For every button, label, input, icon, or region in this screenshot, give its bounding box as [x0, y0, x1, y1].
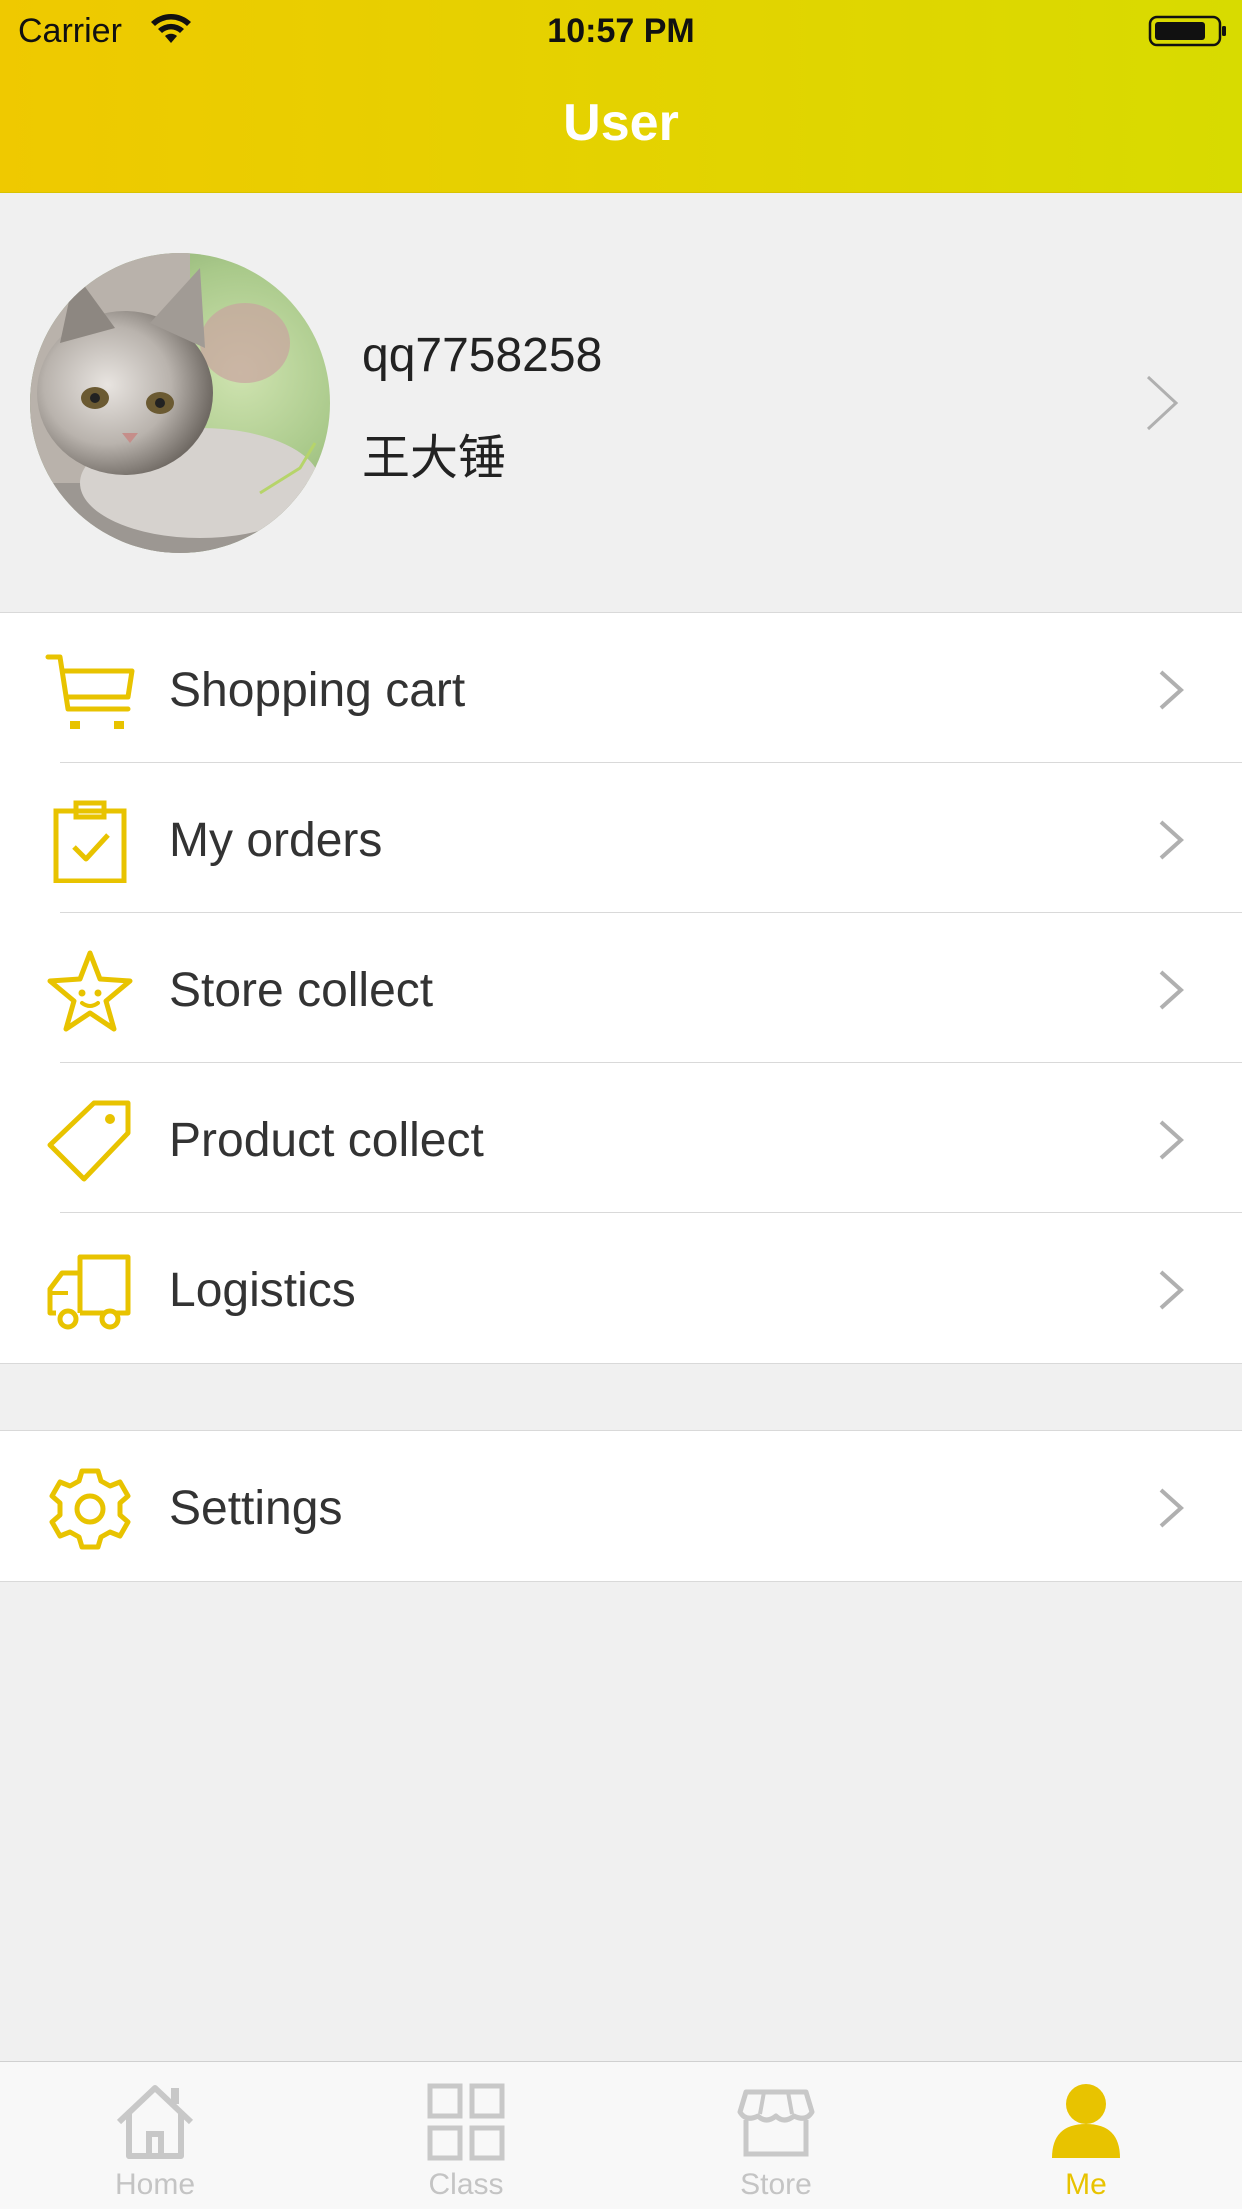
chevron-right-icon [1159, 820, 1184, 860]
tab-label: Store [740, 2168, 812, 2201]
home-icon [116, 2085, 194, 2159]
realname-label: 王大锤 [362, 432, 507, 485]
menu-item-label: Store collect [169, 964, 434, 1017]
chevron-right-icon [1146, 375, 1179, 431]
avatar[interactable] [30, 253, 330, 553]
menu-item-label: Logistics [169, 1264, 356, 1317]
menu-list: Shopping cart My orders Store collect Pr… [0, 612, 1242, 1364]
tab-bar: Home Class Store Me [0, 2061, 1242, 2209]
chevron-right-icon [1159, 1270, 1184, 1310]
menu-item-logistics[interactable]: Logistics [0, 1213, 1242, 1363]
chevron-right-icon [1159, 1488, 1184, 1528]
shopping-cart-icon [45, 654, 135, 729]
chevron-right-icon [1159, 670, 1184, 710]
profile-row[interactable]: qq7758258 王大锤 [0, 193, 1242, 612]
username-label: qq7758258 [362, 329, 603, 382]
menu-item-label: My orders [169, 814, 383, 867]
status-bar: Carrier 10:57 PM [0, 0, 1242, 60]
menu-item-shopping-cart[interactable]: Shopping cart [0, 613, 1242, 763]
tag-icon [47, 1100, 131, 1182]
battery-icon [1148, 15, 1226, 47]
chevron-right-icon [1159, 970, 1184, 1010]
person-icon [1052, 2084, 1120, 2158]
tab-label: Me [1065, 2168, 1107, 2201]
menu-item-settings[interactable]: Settings [0, 1431, 1242, 1581]
truck-icon [47, 1254, 131, 1330]
page-title: User [563, 94, 679, 152]
menu-item-label: Settings [169, 1482, 343, 1535]
tab-label: Home [114, 2168, 196, 2201]
cat-photo-icon [30, 253, 330, 553]
tab-home[interactable]: Home [0, 2062, 310, 2209]
gear-icon [49, 1468, 131, 1550]
nav-header: Carrier 10:57 PM User [0, 0, 1242, 193]
clipboard-check-icon [53, 800, 127, 883]
settings-group: Settings [0, 1430, 1242, 1582]
clock: 10:57 PM [547, 12, 695, 50]
star-icon [47, 950, 133, 1032]
menu-item-label: Shopping cart [169, 664, 466, 717]
menu-item-my-orders[interactable]: My orders [0, 763, 1242, 913]
tab-store[interactable]: Store [621, 2062, 931, 2209]
tab-class[interactable]: Class [311, 2062, 621, 2209]
store-icon [737, 2089, 815, 2157]
tab-me[interactable]: Me [931, 2062, 1241, 2209]
tab-label: Class [428, 2168, 504, 2201]
chevron-right-icon [1159, 1120, 1184, 1160]
menu-item-store-collect[interactable]: Store collect [0, 913, 1242, 1063]
menu-item-label: Product collect [169, 1114, 484, 1167]
grid-icon [427, 2083, 505, 2161]
menu-item-product-collect[interactable]: Product collect [0, 1063, 1242, 1213]
